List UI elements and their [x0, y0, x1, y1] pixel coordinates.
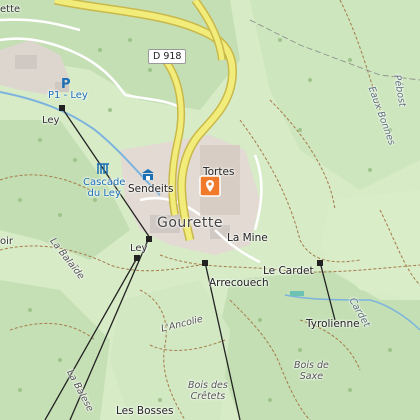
label-parking[interactable]: P1 - Ley — [48, 90, 88, 101]
label-sendeits: Sendeits — [128, 183, 174, 195]
label-la-mine: La Mine — [227, 232, 268, 244]
building — [15, 55, 37, 69]
label-gourette: Gourette — [157, 215, 223, 231]
label-ley-mid: Ley — [130, 243, 148, 254]
label-cascade-line2: du Ley — [87, 188, 121, 199]
svg-text:P: P — [61, 77, 71, 90]
label-cascade-line1: Cascade — [83, 177, 126, 188]
label-bois-des-cretets-line2: Crêtets — [190, 391, 226, 402]
water-pool — [290, 291, 304, 296]
label-le-cardet: Le Cardet — [263, 265, 314, 277]
location-marker-icon[interactable] — [199, 175, 221, 201]
label-ley-top: Ley — [42, 115, 60, 126]
label-bois-de-saxe-line1: Bois de — [294, 360, 329, 371]
road-shield-d918: D 918 — [148, 49, 187, 64]
label-bois-des-cretets-line1: Bois des — [188, 380, 228, 391]
label-bois-des-cretets: Bois des Crêtets — [188, 380, 228, 402]
label-tortes: Tortes — [203, 166, 235, 178]
label-les-bosses: Les Bosses — [116, 405, 174, 417]
label-cascade-du-ley[interactable]: Cascade du Ley — [83, 177, 125, 199]
label-ete: ette — [0, 4, 21, 15]
label-arrecouech: Arrecouech — [209, 277, 269, 289]
map-canvas[interactable] — [0, 0, 420, 420]
label-bois-de-saxe: Bois de Saxe — [294, 360, 329, 382]
label-bois-de-saxe-line2: Saxe — [299, 371, 324, 382]
label-oir: oir — [0, 236, 14, 247]
label-tyrolienne: Tyrolienne — [306, 318, 360, 330]
